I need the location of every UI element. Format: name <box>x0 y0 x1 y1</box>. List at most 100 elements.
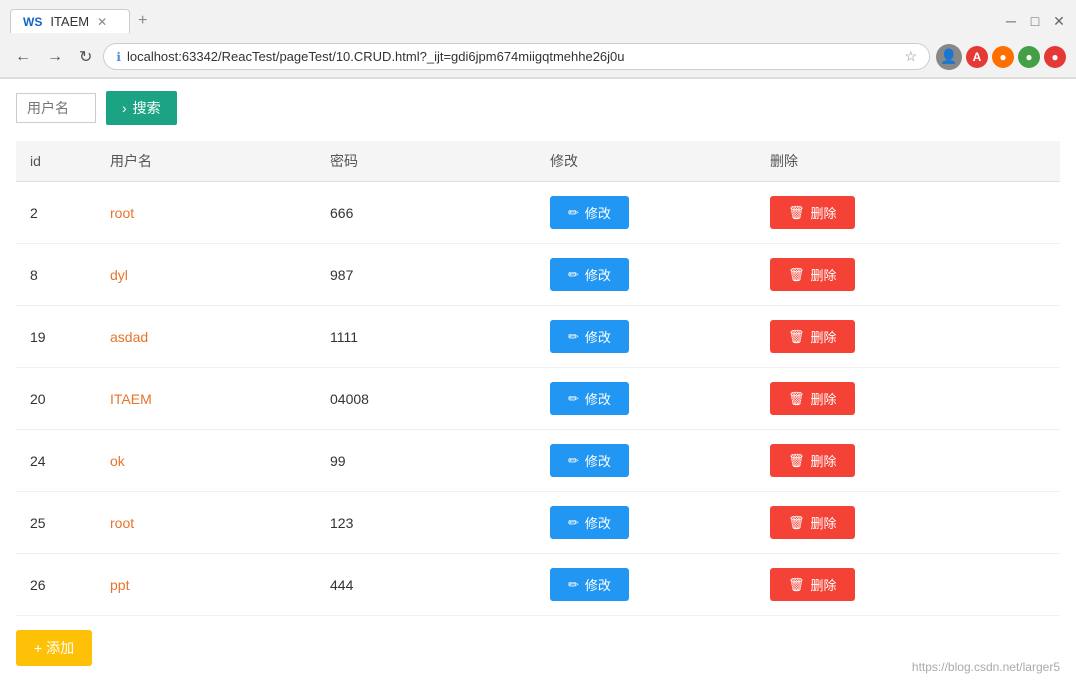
th-password: 密码 <box>316 141 536 182</box>
navigation-bar: ← → ↻ ℹ localhost:63342/ReacTest/pageTes… <box>0 36 1076 78</box>
address-text: localhost:63342/ReacTest/pageTest/10.CRU… <box>127 49 898 64</box>
window-controls: ─ □ ✕ <box>1004 14 1066 28</box>
table-row: 26ppt444✏ 修改🗑 删除 <box>16 554 1060 616</box>
username-link[interactable]: root <box>110 515 134 531</box>
ext-icon-3[interactable]: ● <box>1018 46 1040 68</box>
cell-username: root <box>96 492 316 554</box>
search-button-label: 搜索 <box>133 98 161 118</box>
edit-label: 修改 <box>585 327 611 346</box>
maximize-button[interactable]: □ <box>1028 14 1042 28</box>
edit-button[interactable]: ✏ 修改 <box>550 506 629 539</box>
pencil-icon: ✏ <box>568 391 579 407</box>
table-head: id 用户名 密码 修改 删除 <box>16 141 1060 182</box>
profile-icon[interactable]: 👤 <box>936 44 962 70</box>
edit-label: 修改 <box>585 575 611 594</box>
pencil-icon: ✏ <box>568 515 579 531</box>
ext-icon-4[interactable]: ● <box>1044 46 1066 68</box>
ext-icon-1[interactable]: A <box>966 46 988 68</box>
edit-button[interactable]: ✏ 修改 <box>550 444 629 477</box>
th-username: 用户名 <box>96 141 316 182</box>
cell-delete: 🗑 删除 <box>756 368 1060 430</box>
cell-delete: 🗑 删除 <box>756 306 1060 368</box>
th-delete: 删除 <box>756 141 1060 182</box>
username-link[interactable]: ITAEM <box>110 391 152 407</box>
trash-icon: 🗑 <box>788 205 805 221</box>
cell-delete: 🗑 删除 <box>756 554 1060 616</box>
table-row: 20ITAEM04008✏ 修改🗑 删除 <box>16 368 1060 430</box>
cell-id: 19 <box>16 306 96 368</box>
ext-icon-2[interactable]: ● <box>992 46 1014 68</box>
delete-button[interactable]: 🗑 删除 <box>770 506 855 539</box>
table-body: 2root666✏ 修改🗑 删除8dyl987✏ 修改🗑 删除19asdad11… <box>16 182 1060 616</box>
refresh-button[interactable]: ↻ <box>74 45 97 69</box>
browser-chrome: WS ITAEM ✕ + ─ □ ✕ ← → ↻ ℹ localhost:633… <box>0 0 1076 79</box>
edit-button[interactable]: ✏ 修改 <box>550 320 629 353</box>
cell-id: 20 <box>16 368 96 430</box>
username-link[interactable]: ok <box>110 453 125 469</box>
lock-icon: ℹ <box>116 50 121 64</box>
table-header-row: id 用户名 密码 修改 删除 <box>16 141 1060 182</box>
tab-title: ITAEM <box>50 14 89 29</box>
close-button[interactable]: ✕ <box>1052 14 1066 28</box>
username-input[interactable] <box>16 93 96 123</box>
browser-tab[interactable]: WS ITAEM ✕ <box>10 9 130 33</box>
back-button[interactable]: ← <box>10 46 36 68</box>
edit-label: 修改 <box>585 389 611 408</box>
search-button[interactable]: › 搜索 <box>106 91 177 125</box>
cell-edit: ✏ 修改 <box>536 430 756 492</box>
forward-button[interactable]: → <box>42 46 68 68</box>
delete-label: 删除 <box>811 203 837 222</box>
cell-username: dyl <box>96 244 316 306</box>
trash-icon: 🗑 <box>788 515 805 531</box>
cell-id: 8 <box>16 244 96 306</box>
address-bar[interactable]: ℹ localhost:63342/ReacTest/pageTest/10.C… <box>103 43 930 70</box>
add-button[interactable]: + 添加 <box>16 630 92 666</box>
cell-id: 2 <box>16 182 96 244</box>
cell-username: asdad <box>96 306 316 368</box>
delete-button[interactable]: 🗑 删除 <box>770 320 855 353</box>
delete-button[interactable]: 🗑 删除 <box>770 258 855 291</box>
tab-close-button[interactable]: ✕ <box>97 15 107 29</box>
minimize-button[interactable]: ─ <box>1004 14 1018 28</box>
cell-edit: ✏ 修改 <box>536 554 756 616</box>
delete-label: 删除 <box>811 265 837 284</box>
edit-button[interactable]: ✏ 修改 <box>550 258 629 291</box>
cell-delete: 🗑 删除 <box>756 182 1060 244</box>
cell-username: root <box>96 182 316 244</box>
cell-delete: 🗑 删除 <box>756 244 1060 306</box>
trash-icon: 🗑 <box>788 391 805 407</box>
cell-password: 1111 <box>316 306 536 368</box>
pencil-icon: ✏ <box>568 267 579 283</box>
pencil-icon: ✏ <box>568 205 579 221</box>
page-content: › 搜索 id 用户名 密码 修改 删除 2root666✏ 修改🗑 删除8dy… <box>0 79 1076 678</box>
cell-username: ok <box>96 430 316 492</box>
edit-button[interactable]: ✏ 修改 <box>550 196 629 229</box>
username-link[interactable]: ppt <box>110 577 129 593</box>
bookmark-icon[interactable]: ☆ <box>904 48 917 65</box>
delete-button[interactable]: 🗑 删除 <box>770 382 855 415</box>
table-row: 8dyl987✏ 修改🗑 删除 <box>16 244 1060 306</box>
cell-id: 26 <box>16 554 96 616</box>
username-link[interactable]: asdad <box>110 329 148 345</box>
edit-button[interactable]: ✏ 修改 <box>550 568 629 601</box>
extension-icons: 👤 A ● ● ● <box>936 44 1066 70</box>
new-tab-button[interactable]: + <box>130 8 155 34</box>
delete-button[interactable]: 🗑 删除 <box>770 568 855 601</box>
username-link[interactable]: dyl <box>110 267 128 283</box>
trash-icon: 🗑 <box>788 453 805 469</box>
delete-button[interactable]: 🗑 删除 <box>770 444 855 477</box>
edit-label: 修改 <box>585 203 611 222</box>
trash-icon: 🗑 <box>788 577 805 593</box>
delete-button[interactable]: 🗑 删除 <box>770 196 855 229</box>
cell-id: 25 <box>16 492 96 554</box>
cell-edit: ✏ 修改 <box>536 182 756 244</box>
cell-password: 99 <box>316 430 536 492</box>
username-link[interactable]: root <box>110 205 134 221</box>
cell-id: 24 <box>16 430 96 492</box>
pencil-icon: ✏ <box>568 577 579 593</box>
tab-favicon: WS <box>23 15 42 29</box>
title-bar: WS ITAEM ✕ + ─ □ ✕ <box>0 0 1076 36</box>
cell-username: ITAEM <box>96 368 316 430</box>
cell-edit: ✏ 修改 <box>536 492 756 554</box>
edit-button[interactable]: ✏ 修改 <box>550 382 629 415</box>
